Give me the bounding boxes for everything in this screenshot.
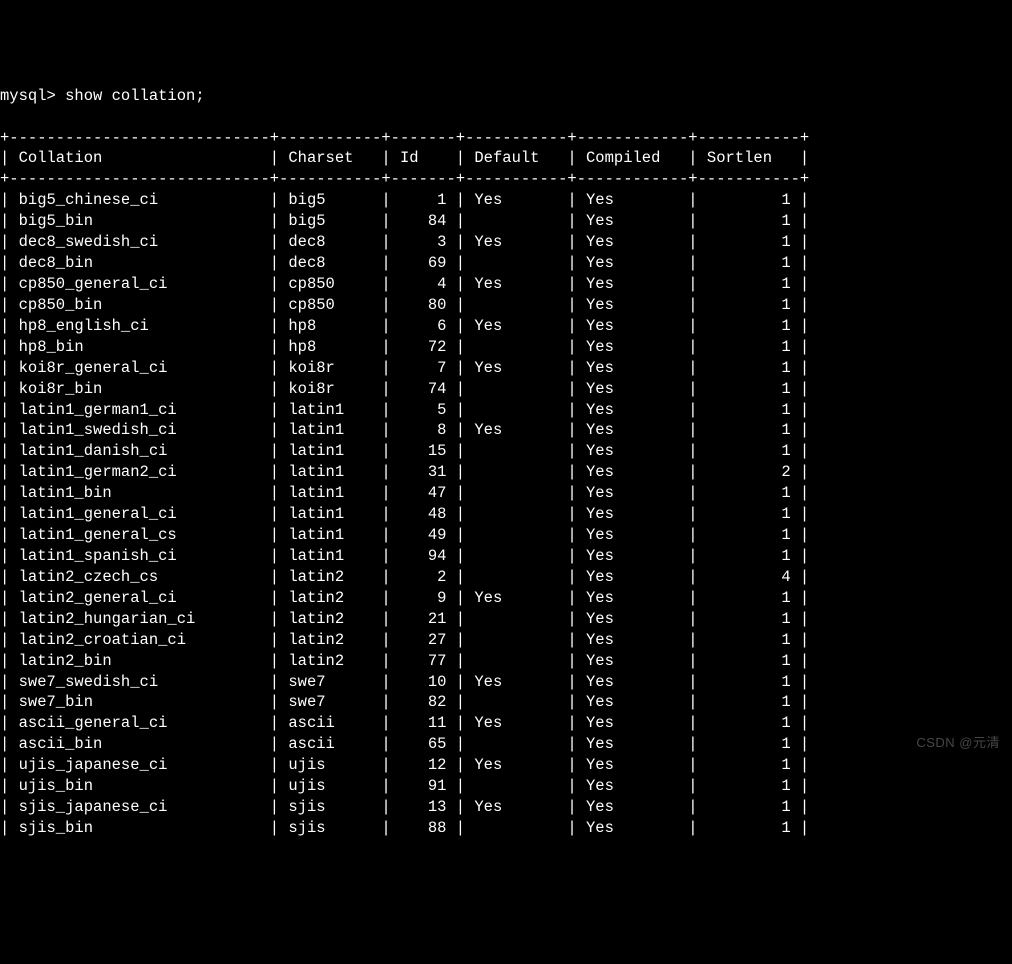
table-row: | koi8r_bin | koi8r | 74 | | Yes | 1 | — [0, 379, 1012, 400]
table-row: | sjis_bin | sjis | 88 | | Yes | 1 | — [0, 818, 1012, 839]
table-row: | hp8_english_ci | hp8 | 6 | Yes | Yes |… — [0, 316, 1012, 337]
table-row: | dec8_swedish_ci | dec8 | 3 | Yes | Yes… — [0, 232, 1012, 253]
table-separator: +----------------------------+----------… — [0, 169, 1012, 190]
table-row: | sjis_japanese_ci | sjis | 13 | Yes | Y… — [0, 797, 1012, 818]
table-row: | dec8_bin | dec8 | 69 | | Yes | 1 | — [0, 253, 1012, 274]
table-row: | swe7_bin | swe7 | 82 | | Yes | 1 | — [0, 692, 1012, 713]
table-row: | swe7_swedish_ci | swe7 | 10 | Yes | Ye… — [0, 672, 1012, 693]
table-row: | big5_chinese_ci | big5 | 1 | Yes | Yes… — [0, 190, 1012, 211]
table-row: | ujis_bin | ujis | 91 | | Yes | 1 | — [0, 776, 1012, 797]
table-row: | latin1_general_cs | latin1 | 49 | | Ye… — [0, 525, 1012, 546]
table-row: | cp850_general_ci | cp850 | 4 | Yes | Y… — [0, 274, 1012, 295]
table-row: | cp850_bin | cp850 | 80 | | Yes | 1 | — [0, 295, 1012, 316]
watermark: CSDN @元清 — [916, 734, 1000, 752]
table-header: | Collation | Charset | Id | Default | C… — [0, 148, 1012, 169]
table-row: | ujis_japanese_ci | ujis | 12 | Yes | Y… — [0, 755, 1012, 776]
table-row: | latin2_general_ci | latin2 | 9 | Yes |… — [0, 588, 1012, 609]
table-separator: +----------------------------+----------… — [0, 128, 1012, 149]
table-row: | latin1_german2_ci | latin1 | 31 | | Ye… — [0, 462, 1012, 483]
table-row: | latin2_croatian_ci | latin2 | 27 | | Y… — [0, 630, 1012, 651]
table-row: | latin2_hungarian_ci | latin2 | 21 | | … — [0, 609, 1012, 630]
table-row: | latin2_czech_cs | latin2 | 2 | | Yes |… — [0, 567, 1012, 588]
table-row: | hp8_bin | hp8 | 72 | | Yes | 1 | — [0, 337, 1012, 358]
table-row: | big5_bin | big5 | 84 | | Yes | 1 | — [0, 211, 1012, 232]
table-row: | latin1_general_ci | latin1 | 48 | | Ye… — [0, 504, 1012, 525]
table-row: | latin1_swedish_ci | latin1 | 8 | Yes |… — [0, 420, 1012, 441]
collation-table-output: +----------------------------+----------… — [0, 128, 1012, 839]
table-row: | latin2_bin | latin2 | 77 | | Yes | 1 | — [0, 651, 1012, 672]
table-row: | koi8r_general_ci | koi8r | 7 | Yes | Y… — [0, 358, 1012, 379]
table-row: | latin1_danish_ci | latin1 | 15 | | Yes… — [0, 441, 1012, 462]
table-row: | ascii_bin | ascii | 65 | | Yes | 1 | — [0, 734, 1012, 755]
table-row: | latin1_german1_ci | latin1 | 5 | | Yes… — [0, 400, 1012, 421]
table-row: | latin1_spanish_ci | latin1 | 94 | | Ye… — [0, 546, 1012, 567]
table-row: | latin1_bin | latin1 | 47 | | Yes | 1 | — [0, 483, 1012, 504]
mysql-prompt[interactable]: mysql> show collation; — [0, 86, 1012, 107]
table-row: | ascii_general_ci | ascii | 11 | Yes | … — [0, 713, 1012, 734]
